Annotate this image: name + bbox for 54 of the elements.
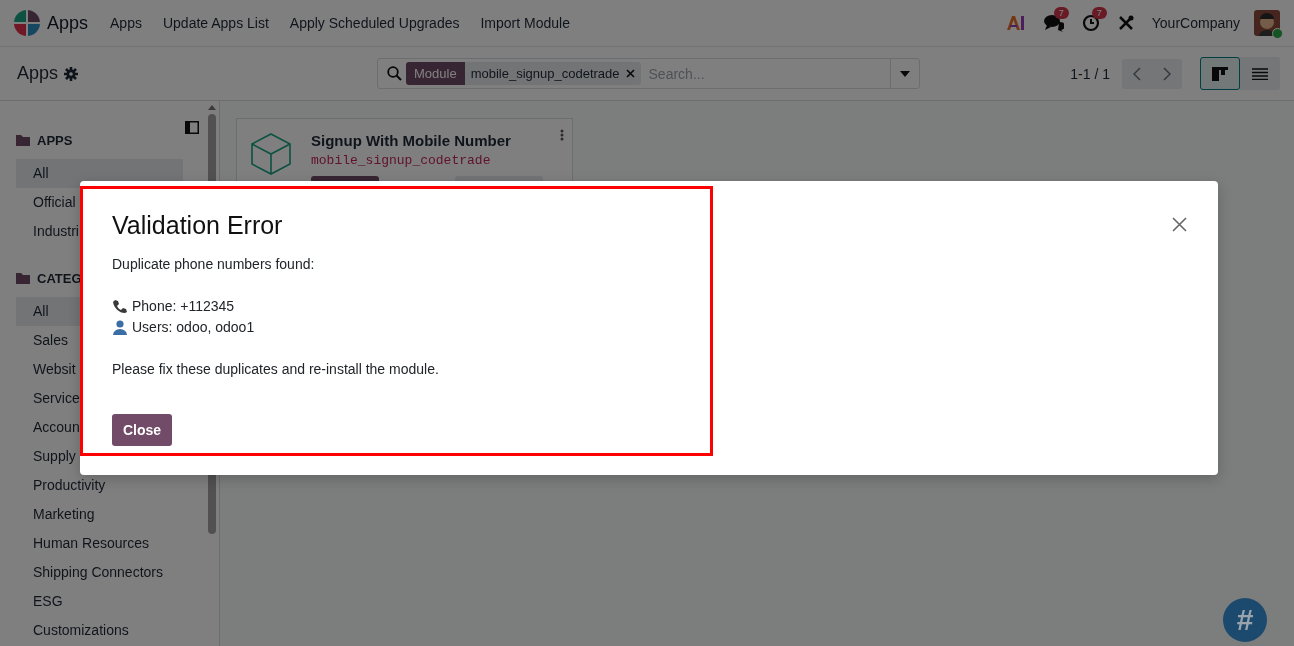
folder-icon [16,134,30,146]
close-button[interactable]: Close [112,414,173,446]
dialog-title: Validation Error [112,211,284,240]
settings-icon[interactable] [64,66,79,81]
search-icon [387,66,402,81]
sidebar-item[interactable]: Human Resources [16,529,183,558]
list-icon [1252,67,1268,80]
avatar-icon[interactable] [1254,10,1280,36]
message-text: Phone: +112345 [132,297,235,316]
close-icon[interactable] [1172,217,1187,232]
ai-icon[interactable] [1005,15,1026,31]
status-dot [1272,28,1283,39]
notification-badge: 7 [1091,7,1107,19]
menu-item[interactable]: Apply Scheduled Upgrades [289,15,460,31]
sidebar-item[interactable]: Customizations [16,616,183,645]
menu-item[interactable]: Import Module [480,15,570,31]
message-text: Duplicate phone numbers found: [112,255,315,274]
facet-value: mobile_signup_codetrade [470,66,620,81]
cube-icon [249,131,293,175]
phone-icon [112,299,128,314]
pager-value[interactable]: 1-1 / 1 [1070,65,1110,82]
chat-icon[interactable] [1043,14,1064,32]
kanban-view-button[interactable] [1200,57,1240,90]
sidebar-item[interactable]: Shipping Connectors [16,558,183,587]
more-options-icon[interactable] [560,129,564,141]
scroll-up-icon[interactable] [208,105,216,110]
caret-icon[interactable] [900,70,910,77]
message-text: Users: odoo, odoo1 [132,318,255,337]
close-icon[interactable] [625,69,635,78]
sidebar-item[interactable]: Marketing [16,500,183,529]
page-title: Apps [17,63,59,84]
folder-icon [16,272,30,284]
app-logo-icon[interactable] [14,10,40,36]
app-name: Signup With Mobile Number [311,132,512,149]
app-name: Apps [47,12,89,34]
section-title: APPS [37,132,73,148]
menu-item[interactable]: Update Apps List [162,15,269,31]
facet-label: Module [406,62,465,85]
chevron-right-icon [1163,66,1171,81]
sidebar-toggle-icon[interactable] [185,121,199,134]
sidebar-item[interactable]: ESG [16,587,183,616]
notification-badge: 7 [1053,7,1069,19]
technical-name: mobile_signup_codetrade [311,153,492,168]
menu-item[interactable]: Apps [110,15,142,31]
user-icon [112,320,128,335]
chevron-left-icon [1133,66,1141,81]
message-text: Please fix these duplicates and re-install the module. [112,360,439,379]
clock-icon[interactable] [1081,14,1100,32]
company-name[interactable]: YourCompany [1151,15,1240,31]
tools-icon[interactable] [1117,15,1134,31]
sidebar-item[interactable]: Productivity [16,471,183,500]
section-title: CATEG [37,270,82,286]
kanban-icon [1212,66,1228,81]
help-button[interactable]: # [1223,598,1267,642]
